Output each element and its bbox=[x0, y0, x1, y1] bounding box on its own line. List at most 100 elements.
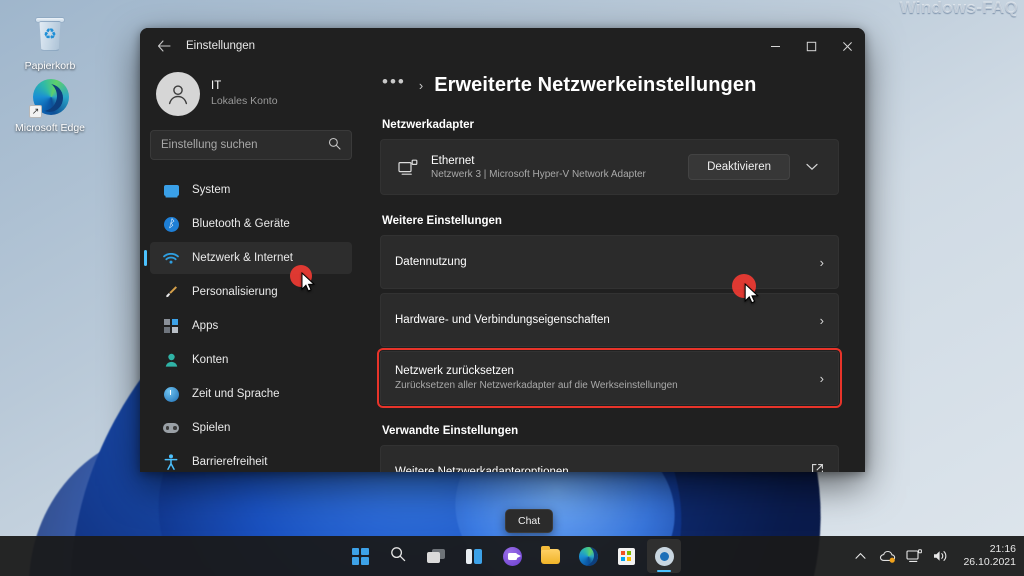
row-title: Netzwerk zurücksetzen bbox=[395, 365, 514, 377]
settings-button[interactable] bbox=[647, 539, 681, 573]
search-icon bbox=[390, 546, 406, 566]
settings-row-network-reset[interactable]: Netzwerk zurücksetzen Zurücksetzen aller… bbox=[377, 348, 842, 408]
taskbar-clock[interactable]: 21:16 26.10.2021 bbox=[963, 543, 1016, 569]
main-content: ••• › Erweiterte Netzwerkeinstellungen N… bbox=[362, 64, 865, 472]
sidebar-item-time-language[interactable]: Zeit und Sprache bbox=[150, 378, 352, 410]
bluetooth-icon: ᛒ bbox=[162, 215, 180, 233]
adapter-name: Ethernet bbox=[431, 154, 475, 167]
breadcrumb-overflow-button[interactable]: ••• bbox=[382, 73, 406, 90]
external-link-icon bbox=[806, 463, 824, 472]
maximize-button[interactable] bbox=[793, 28, 829, 64]
profile-name: IT bbox=[211, 80, 222, 93]
sidebar-item-apps[interactable]: Apps bbox=[150, 310, 352, 342]
desktop-icon-edge[interactable]: ↗ Microsoft Edge bbox=[6, 76, 94, 134]
row-title: Datennutzung bbox=[395, 256, 467, 268]
adapter-description: Netzwerk 3 | Microsoft Hyper-V Network A… bbox=[431, 168, 646, 180]
shortcut-arrow-icon: ↗ bbox=[29, 105, 42, 118]
settings-gear-icon bbox=[654, 546, 674, 566]
sidebar-item-label: Zeit und Sprache bbox=[192, 388, 280, 400]
sidebar-item-label: Personalisierung bbox=[192, 286, 278, 298]
profile-block[interactable]: IT Lokales Konto bbox=[150, 64, 352, 130]
brush-icon bbox=[162, 283, 180, 301]
sidebar-item-personalization[interactable]: Personalisierung bbox=[150, 276, 352, 308]
start-button[interactable] bbox=[343, 539, 377, 573]
speaker-icon[interactable] bbox=[932, 547, 950, 565]
desktop-icon-label: Microsoft Edge bbox=[14, 122, 86, 134]
chevron-up-icon[interactable] bbox=[851, 547, 869, 565]
task-view-button[interactable] bbox=[419, 539, 453, 573]
file-explorer-button[interactable] bbox=[533, 539, 567, 573]
maximize-icon bbox=[806, 41, 816, 51]
clock-time: 21:16 bbox=[989, 542, 1016, 555]
ethernet-icon bbox=[395, 159, 421, 176]
avatar bbox=[156, 72, 200, 116]
chat-tooltip: Chat bbox=[505, 509, 554, 533]
onedrive-sync-icon[interactable] bbox=[878, 547, 896, 565]
recycle-bin-icon: ♻ bbox=[29, 14, 71, 56]
network-icon[interactable] bbox=[905, 547, 923, 565]
window-title: Einstellungen bbox=[186, 40, 256, 52]
sidebar-item-label: Barrierefreiheit bbox=[192, 456, 268, 468]
close-icon bbox=[842, 41, 852, 51]
widgets-icon bbox=[465, 548, 483, 564]
chevron-right-icon: › bbox=[819, 370, 824, 386]
minimize-icon bbox=[770, 45, 780, 47]
windows-start-icon bbox=[351, 547, 369, 565]
settings-window: Einstellungen IT Lokales Konto Einstellu… bbox=[140, 28, 865, 472]
clock-icon bbox=[162, 385, 180, 403]
edge-icon: ↗ bbox=[29, 76, 71, 118]
row-title: Hardware- und Verbindungseigenschaften bbox=[395, 314, 610, 326]
row-title: Weitere Netzwerkadapteroptionen bbox=[395, 466, 569, 472]
store-button[interactable] bbox=[609, 539, 643, 573]
chevron-right-icon: › bbox=[819, 254, 824, 270]
wifi-icon bbox=[162, 249, 180, 267]
taskbar-buttons bbox=[343, 539, 681, 573]
widgets-button[interactable] bbox=[457, 539, 491, 573]
sidebar-item-accessibility[interactable]: Barrierefreiheit bbox=[150, 446, 352, 472]
edge-button[interactable] bbox=[571, 539, 605, 573]
minimize-button[interactable] bbox=[757, 28, 793, 64]
sidebar-item-bluetooth-devices[interactable]: ᛒ Bluetooth & Geräte bbox=[150, 208, 352, 240]
clock-date: 26.10.2021 bbox=[963, 556, 1016, 568]
settings-row-hardware-properties[interactable]: Hardware- und Verbindungseigenschaften › bbox=[380, 293, 839, 347]
sidebar-item-network-internet[interactable]: Netzwerk & Internet bbox=[144, 242, 352, 274]
apps-icon bbox=[162, 317, 180, 335]
sidebar-item-label: Netzwerk & Internet bbox=[192, 252, 293, 264]
disable-adapter-button[interactable]: Deaktivieren bbox=[688, 154, 790, 180]
settings-row-data-usage[interactable]: Datennutzung › bbox=[380, 235, 839, 289]
search-button[interactable] bbox=[381, 539, 415, 573]
settings-row-more-adapter-options[interactable]: Weitere Netzwerkadapteroptionen bbox=[380, 445, 839, 472]
person-icon bbox=[162, 351, 180, 369]
chevron-down-icon[interactable] bbox=[800, 155, 824, 179]
section-heading-adapters: Netzwerkadapter bbox=[382, 119, 475, 131]
close-button[interactable] bbox=[829, 28, 865, 64]
sidebar-item-system[interactable]: System bbox=[150, 174, 352, 206]
profile-subtitle: Lokales Konto bbox=[211, 95, 278, 108]
window-controls bbox=[757, 28, 865, 64]
row-subtitle: Zurücksetzen aller Netzwerkadapter auf d… bbox=[395, 380, 678, 391]
chat-button[interactable] bbox=[495, 539, 529, 573]
monitor-icon bbox=[162, 181, 180, 199]
search-input[interactable] bbox=[161, 139, 324, 151]
back-button[interactable] bbox=[148, 31, 180, 61]
teams-chat-icon bbox=[502, 546, 522, 566]
accessibility-icon bbox=[162, 453, 180, 471]
taskbar: 21:16 26.10.2021 bbox=[0, 536, 1024, 576]
sidebar-item-accounts[interactable]: Konten bbox=[150, 344, 352, 376]
desktop-icon-recycle-bin[interactable]: ♻ Papierkorb bbox=[6, 14, 94, 72]
search-box[interactable] bbox=[150, 130, 352, 160]
breadcrumb: ••• › Erweiterte Netzwerkeinstellungen bbox=[380, 73, 839, 97]
sidebar-item-label: Apps bbox=[192, 320, 219, 332]
page-title: Erweiterte Netzwerkeinstellungen bbox=[434, 74, 757, 96]
sidebar-item-label: Spielen bbox=[192, 422, 231, 434]
window-titlebar: Einstellungen bbox=[140, 28, 865, 64]
breadcrumb-separator: › bbox=[418, 78, 424, 93]
search-icon bbox=[328, 137, 341, 153]
sidebar-item-gaming[interactable]: Spielen bbox=[150, 412, 352, 444]
sidebar-item-label: Bluetooth & Geräte bbox=[192, 218, 290, 230]
desktop-icon-label: Papierkorb bbox=[24, 60, 76, 72]
section-heading-more-settings: Weitere Einstellungen bbox=[382, 215, 502, 227]
task-view-icon bbox=[427, 549, 445, 563]
person-avatar-icon bbox=[168, 85, 188, 105]
folder-icon bbox=[540, 545, 560, 564]
